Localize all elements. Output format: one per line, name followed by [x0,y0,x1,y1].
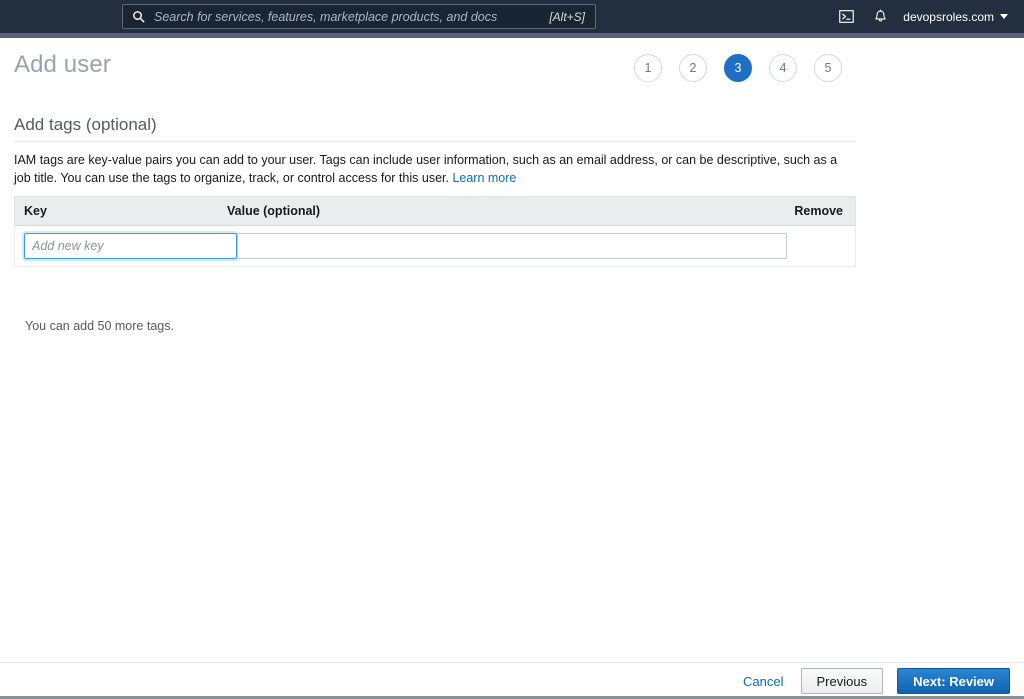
bell-icon [875,9,886,21]
cloudshell-button[interactable] [829,0,863,33]
column-header-value: Value (optional) [227,204,321,218]
tags-remaining-note: You can add 50 more tags. [25,319,174,333]
tag-key-cell [15,233,237,259]
global-navigation-bar: [Alt+S] devopsroles.com [0,0,1024,33]
page-title: Add user [14,51,111,78]
section-description: IAM tags are key-value pairs you can add… [14,151,846,187]
global-search-bar[interactable]: [Alt+S] [122,4,596,29]
notifications-button[interactable] [863,0,897,33]
column-header-remove: Remove [794,204,843,218]
wizard-step-2[interactable]: 2 [679,54,707,82]
tag-value-input[interactable] [237,233,787,259]
search-shortcut-hint: [Alt+S] [549,9,585,24]
cancel-button[interactable]: Cancel [740,674,786,689]
tag-value-cell [237,233,855,259]
tag-key-input[interactable] [24,233,237,259]
column-header-key: Key [24,204,47,218]
account-label: devopsroles.com [903,9,994,24]
cloudshell-icon [838,10,854,23]
wizard-footer: Cancel Previous Next: Review [0,663,1024,696]
wizard-step-4[interactable]: 4 [769,54,797,82]
account-menu[interactable]: devopsroles.com [897,0,1016,33]
section-description-text: IAM tags are key-value pairs you can add… [14,153,838,185]
footer-actions: Cancel Previous Next: Review [740,668,1010,694]
search-input[interactable] [154,9,550,24]
tags-table: Key Value (optional) Remove [14,196,856,267]
wizard-step-5[interactable]: 5 [814,54,842,82]
wizard-step-3[interactable]: 3 [724,54,752,82]
add-user-wizard-page: Add user 1 2 3 4 5 Add tags (optional) I… [0,38,1024,662]
table-row [14,226,856,267]
next-review-button[interactable]: Next: Review [897,668,1010,694]
chevron-down-icon [1000,14,1008,19]
wizard-step-indicator: 1 2 3 4 5 [634,54,842,82]
section-divider [14,141,856,142]
section-heading: Add tags (optional) [14,115,157,134]
learn-more-link[interactable]: Learn more [452,171,516,185]
search-icon [133,11,145,23]
wizard-step-1[interactable]: 1 [634,54,662,82]
previous-button[interactable]: Previous [800,668,884,694]
tags-table-header-row: Key Value (optional) Remove [14,196,856,226]
nav-right-group: devopsroles.com [829,0,1016,33]
